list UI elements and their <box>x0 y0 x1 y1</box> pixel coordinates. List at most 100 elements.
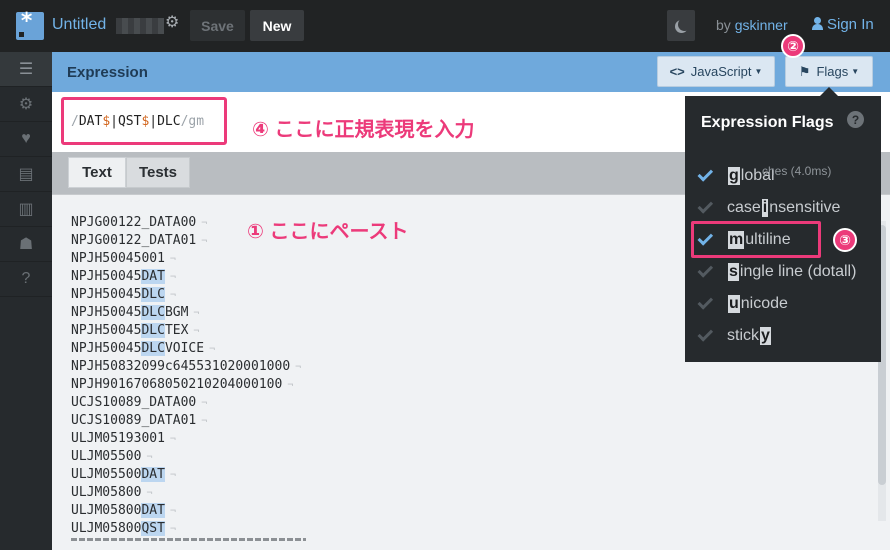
line-text: NPJG00122_DATA01 <box>71 233 197 248</box>
chevron-down-icon: ▼ <box>754 67 763 76</box>
match-highlight: DAT <box>141 467 165 482</box>
text-line: NPJH50045DAT ¬ <box>71 268 301 286</box>
checkmark-icon <box>685 198 727 214</box>
heart-icon[interactable]: ♥ <box>0 122 52 157</box>
annotation-highlight-multiline <box>691 221 821 258</box>
community-icon[interactable]: ☗ <box>0 227 52 262</box>
newline-marker-icon: ¬ <box>201 218 208 229</box>
text-line: UCJS10089_DATA00 ¬ <box>71 394 301 412</box>
gear-icon[interactable]: ⚙ <box>165 12 179 32</box>
help-icon[interactable]: ? <box>0 262 52 297</box>
checkmark-icon <box>685 262 727 278</box>
match-count-behind: ches (4.0ms) <box>762 164 832 178</box>
newline-marker-icon: ¬ <box>201 398 208 409</box>
flag-label: nicode <box>740 295 788 312</box>
line-text: ULJM05800 <box>71 485 142 500</box>
document-icon[interactable]: ▤ <box>0 157 52 192</box>
line-text: NPJH50045001 <box>71 251 165 266</box>
annotation-badge-3: ③ <box>833 228 857 252</box>
match-highlight: DLC <box>141 341 165 356</box>
match-highlight: DLC <box>141 323 165 338</box>
text-line: NPJH90167068050210204000100 ¬ <box>71 376 301 394</box>
regexr-logo[interactable]: * <box>16 9 44 40</box>
settings-gear-icon[interactable]: ⚙ <box>0 87 52 122</box>
book-icon[interactable]: ▥ <box>0 192 52 227</box>
text-line: NPJH50832099c645531020001000 ¬ <box>71 358 301 376</box>
newline-marker-icon: ¬ <box>146 452 153 463</box>
line-text: UCJS10089_DATA00 <box>71 395 197 410</box>
match-highlight: DAT <box>141 503 165 518</box>
flag-icon: ⚑ <box>798 63 811 79</box>
match-highlight: DLC <box>141 305 165 320</box>
language-label: JavaScript <box>690 64 752 79</box>
line-text-rest: TEX <box>164 323 189 338</box>
document-title[interactable]: Untitled <box>52 16 106 34</box>
line-text: NPJH50832099c645531020001000 <box>71 359 291 374</box>
line-text: NPJH50045 <box>71 269 142 284</box>
text-line: ULJM05500 ¬ <box>71 448 301 466</box>
language-select-button[interactable]: <> JavaScript ▼ <box>657 56 775 87</box>
new-button[interactable]: New <box>250 10 304 41</box>
pattern-token: DAT <box>78 113 103 129</box>
line-text-rest: VOICE <box>164 341 205 356</box>
sign-in-link[interactable]: Sign In <box>812 16 874 33</box>
flags-button[interactable]: ⚑ Flags ▼ <box>785 56 873 87</box>
match-highlight: DAT <box>141 269 165 284</box>
checkmark-icon <box>685 294 727 310</box>
text-line: NPJH50045DLC ¬ <box>71 286 301 304</box>
line-text: ULJM05800 <box>71 521 142 536</box>
line-text: NPJH50045 <box>71 341 142 356</box>
line-text: UCJS10089_DATA01 <box>71 413 197 428</box>
pattern-token: QST <box>117 113 142 129</box>
pattern-anchor: $ <box>102 113 111 129</box>
newline-marker-icon: ¬ <box>169 434 176 445</box>
flag-option-i[interactable]: case i nsensitive <box>685 192 881 224</box>
flag-label: nsensitive <box>769 199 841 216</box>
list-icon[interactable]: ☰ <box>0 52 52 87</box>
newline-marker-icon: ¬ <box>287 380 294 391</box>
author-link[interactable]: gskinner <box>735 17 788 33</box>
line-text: ULJM05193001 <box>71 431 165 446</box>
flag-label: ingle line (dotall) <box>739 263 857 280</box>
newline-marker-icon: ¬ <box>169 290 176 301</box>
top-bar: * Untitled ⚙ Save New by gskinner Sign I… <box>0 0 890 52</box>
newline-marker-icon: ¬ <box>295 362 302 373</box>
line-text: NPJH50045 <box>71 323 142 338</box>
save-button[interactable]: Save <box>190 10 245 41</box>
theme-toggle-button[interactable] <box>667 10 695 41</box>
flag-label: case <box>727 199 761 216</box>
newline-marker-icon: ¬ <box>169 524 176 535</box>
flag-shortcut-key: g <box>728 167 740 185</box>
flag-shortcut-key: u <box>728 295 740 313</box>
user-icon <box>812 17 823 30</box>
annotation-badge-2: ② <box>781 34 805 58</box>
flag-shortcut-key: i <box>761 199 769 217</box>
tab-tests[interactable]: Tests <box>126 157 190 188</box>
newline-marker-icon: ¬ <box>169 272 176 283</box>
checkmark-icon <box>685 326 727 342</box>
checkmark-icon <box>685 166 727 182</box>
text-line: ULJM05500DAT ¬ <box>71 466 301 484</box>
flag-option-y[interactable]: stick y <box>685 320 881 352</box>
text-lines[interactable]: NPJG00122_DATA00 ¬ NPJG00122_DATA01 ¬ NPJH50… <box>71 214 301 538</box>
pattern-token: DLC <box>157 113 181 129</box>
flag-option-u[interactable]: u nicode <box>685 288 881 320</box>
text-line: ULJM05800 ¬ <box>71 484 301 502</box>
text-line: ULJM05800DAT ¬ <box>71 502 301 520</box>
newline-marker-icon: ¬ <box>209 344 216 355</box>
tab-text[interactable]: Text <box>68 157 126 188</box>
redacted-title-area <box>116 18 164 34</box>
chevron-down-icon: ▼ <box>851 67 860 76</box>
text-line: NPJH50045DLCTEX ¬ <box>71 322 301 340</box>
text-line: NPJH50045001 ¬ <box>71 250 301 268</box>
text-line: NPJH50045DLCBGM ¬ <box>71 304 301 322</box>
pattern-open-slash: / <box>71 113 79 129</box>
moon-icon <box>678 18 691 31</box>
left-sidebar: ☰ ⚙ ♥ ▤ ▥ ☗? <box>0 52 52 550</box>
help-icon[interactable]: ? <box>847 111 864 128</box>
pattern-anchor: $ <box>141 113 150 129</box>
expression-input[interactable]: / DAT $ | QST $ | DLC / gm <box>61 97 227 145</box>
flag-option-s[interactable]: s ingle line (dotall) <box>685 256 881 288</box>
newline-marker-icon: ¬ <box>201 236 208 247</box>
line-text: ULJM05500 <box>71 449 142 464</box>
